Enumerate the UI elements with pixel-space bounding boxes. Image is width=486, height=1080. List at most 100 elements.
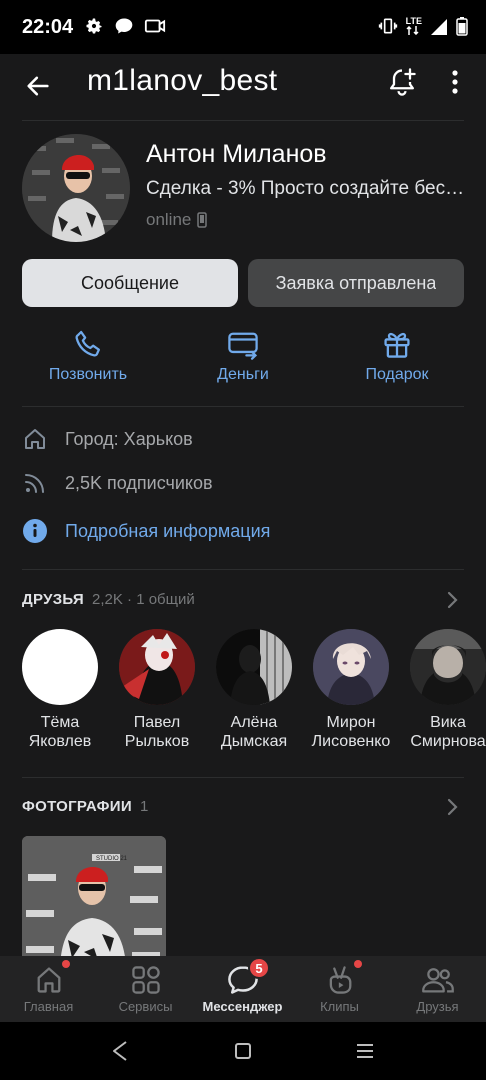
status-bar: 22:04 LTE [0, 0, 486, 54]
friend-last-name: Дымская [220, 733, 288, 750]
friend-first-name: Алёна [230, 714, 278, 731]
friend-first-name: Мирон [326, 714, 376, 731]
followers-row[interactable]: 2,5K подписчиков [22, 470, 213, 496]
friends-header[interactable]: ДРУЗЬЯ 2,2K · 1 общий [22, 591, 195, 608]
profile-status-text[interactable]: Сделка - 3% Просто создайте беседу [146, 178, 466, 200]
followers-text: 2,5K подписчиков [65, 472, 213, 493]
photos-count: 1 [139, 798, 149, 815]
notification-dot [62, 960, 70, 968]
battery-icon [456, 17, 468, 36]
chat-notification-icon [115, 18, 133, 34]
money-action-label: Деньги [217, 366, 269, 383]
photos-header[interactable]: ФОТОГРАФИИ 1 [22, 798, 148, 815]
tab-services-label: Сервисы [118, 999, 173, 1014]
money-action[interactable]: Деньги [173, 328, 313, 384]
message-button-label: Сообщение [81, 272, 179, 293]
city-text: Город: Харьков [65, 428, 193, 449]
tab-home[interactable]: Главная [0, 956, 97, 1022]
friends-icon [421, 968, 454, 993]
notification-dot [354, 960, 362, 968]
friend-first-name: Тёма [40, 714, 80, 731]
status-time: 22:04 [22, 16, 74, 38]
chevron-right-icon[interactable] [446, 797, 460, 817]
tab-friends-label: Друзья [416, 999, 459, 1014]
friend-first-name: Вика [430, 714, 466, 731]
online-text: online [146, 210, 192, 229]
tab-friends[interactable]: Друзья [389, 956, 486, 1022]
friend-last-name: Рыльков [124, 733, 190, 750]
friend-last-name: Лисовенко [311, 733, 391, 750]
network-type-label: LTE [405, 16, 422, 26]
friend-last-name: Яковлев [28, 733, 92, 750]
photo-thumbnail[interactable]: STUDIO 21 [22, 836, 166, 966]
phone-icon [197, 212, 208, 228]
triangle-back-icon [113, 1041, 127, 1061]
tab-messenger-label: Мессенджер [202, 999, 283, 1014]
app-bar: m1lanov_best [0, 54, 486, 120]
square-home-icon [235, 1043, 251, 1059]
back-arrow-icon [27, 76, 49, 96]
friend-item[interactable]: Алёна Дымская [204, 629, 304, 751]
system-back-button[interactable] [105, 1036, 135, 1066]
details-link[interactable]: Подробная информация [65, 521, 270, 542]
call-action-label: Позвонить [48, 366, 128, 383]
system-home-button[interactable] [228, 1036, 258, 1066]
friend-avatar [22, 629, 98, 705]
friend-item[interactable]: Вика Смирнова [398, 629, 486, 751]
message-button[interactable]: Сообщение [22, 259, 238, 307]
page-title: m1lanov_best [87, 64, 278, 97]
friend-item[interactable]: Павел Рыльков [107, 629, 207, 751]
friend-item[interactable]: Тёма Яковлев [10, 629, 110, 751]
friend-request-sent-button[interactable]: Заявка отправлена [248, 259, 464, 307]
divider [22, 569, 464, 570]
info-icon [23, 519, 47, 543]
photos-title: ФОТОГРАФИИ [22, 798, 132, 815]
friend-avatar [313, 629, 389, 705]
gift-icon [384, 332, 410, 358]
phone-icon [75, 330, 100, 357]
home-icon [37, 967, 60, 993]
profile-name: Антон Миланов [146, 140, 327, 168]
signal-icon [431, 19, 447, 35]
bell-plus-icon [390, 68, 416, 96]
tab-messenger[interactable]: Мессенджер 5 [194, 956, 291, 1022]
rss-followers-icon [25, 474, 44, 493]
city-row: Город: Харьков [22, 426, 193, 452]
tab-home-label: Главная [23, 999, 74, 1014]
friend-last-name: Смирнова [410, 733, 486, 750]
services-grid-icon [131, 966, 160, 994]
more-vertical-icon [452, 70, 458, 94]
tab-clips[interactable]: Клипы [291, 956, 388, 1022]
gift-action[interactable]: Подарок [327, 328, 467, 384]
studio-backdrop-text: STUDIO 21 [96, 856, 128, 862]
divider [22, 120, 464, 121]
friends-title: ДРУЗЬЯ [22, 591, 85, 608]
divider [22, 777, 464, 778]
friend-request-label: Заявка отправлена [275, 272, 437, 293]
friend-item[interactable]: Мирон Лисовенко [301, 629, 401, 751]
online-indicator: online [146, 210, 208, 230]
money-transfer-icon [228, 332, 258, 360]
chevron-right-icon[interactable] [446, 590, 460, 610]
gift-action-label: Подарок [365, 366, 429, 383]
data-arrows-icon [406, 26, 419, 35]
details-row[interactable]: Подробная информация [22, 518, 270, 544]
system-recents-button[interactable] [350, 1036, 380, 1066]
friend-avatar [216, 629, 292, 705]
unread-badge: 5 [248, 957, 270, 979]
bottom-tab-bar: Главная Сервисы Мессенджер 5 Клипы Друзь… [0, 956, 486, 1022]
profile-avatar[interactable] [22, 134, 130, 242]
friend-avatar [119, 629, 195, 705]
subscribe-notifications-button[interactable] [382, 62, 422, 102]
call-action[interactable]: Позвонить [18, 328, 158, 384]
tab-clips-label: Клипы [320, 999, 359, 1014]
tab-services[interactable]: Сервисы [97, 956, 194, 1022]
back-button[interactable] [18, 66, 58, 106]
friend-first-name: Павел [133, 714, 181, 731]
friend-avatar [410, 629, 486, 705]
vibrate-icon [378, 18, 397, 34]
system-navigation-bar [0, 1022, 486, 1080]
more-options-button[interactable] [440, 62, 470, 102]
screen-record-icon [144, 19, 166, 33]
clips-icon [329, 966, 351, 994]
